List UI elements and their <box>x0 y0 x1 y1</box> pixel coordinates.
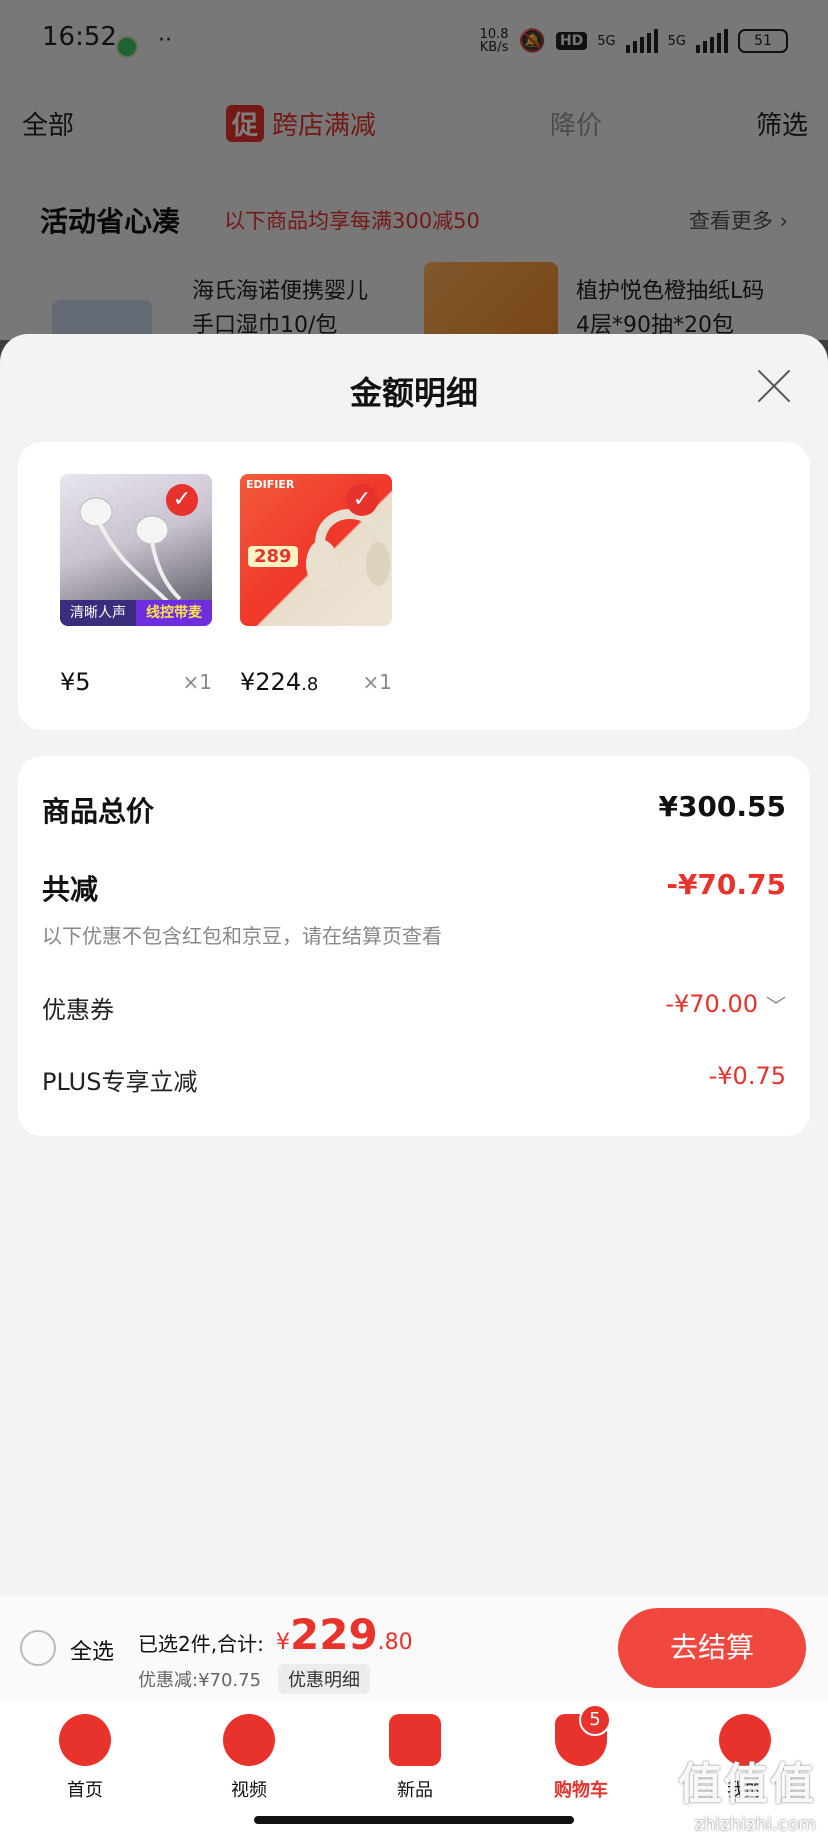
nav-new[interactable]: 新品 <box>370 1714 460 1802</box>
price-integer: 224 <box>255 668 302 696</box>
price-symbol: ¥ <box>60 668 76 696</box>
plus-value: -¥0.75 <box>708 1062 786 1090</box>
cube-icon <box>389 1714 441 1766</box>
product-price: ¥5 <box>60 668 91 696</box>
image-caption: 清晰人声 <box>60 600 136 626</box>
checkout-total: ¥229.80 <box>276 1610 413 1659</box>
selected-check-icon: ✓ <box>166 484 198 516</box>
coupon-label: 优惠券 <box>42 996 114 1024</box>
product-item[interactable]: ✓ 清晰人声 线控带麦 ¥5 ×1 <box>60 474 212 696</box>
selected-check-icon: ✓ <box>346 484 378 516</box>
home-indicator[interactable] <box>254 1816 574 1824</box>
video-icon <box>223 1714 275 1766</box>
product-image[interactable]: EDIFIER 289 ✓ <box>240 474 392 626</box>
product-item[interactable]: EDIFIER 289 ✓ ¥224.8 ×1 <box>240 474 392 696</box>
price-integer: 5 <box>75 668 91 696</box>
close-icon[interactable] <box>754 366 794 406</box>
price-symbol: ¥ <box>240 668 256 696</box>
nav-label: 新品 <box>397 1780 433 1801</box>
watermark-url: zhizhizhi.com <box>694 1814 816 1835</box>
nav-label: 购物车 <box>554 1780 608 1801</box>
product-price: ¥224.8 <box>240 668 318 696</box>
select-all-radio[interactable] <box>20 1630 56 1666</box>
discount-value: -¥70.75 <box>666 868 786 901</box>
price-tag: 289 <box>248 546 298 567</box>
products-card: ✓ 清晰人声 线控带麦 ¥5 ×1 EDIFIER 289 ✓ ¥224.8 ×… <box>18 442 810 730</box>
coupon-value: -¥70.00 <box>665 990 758 1018</box>
plus-label: PLUS专享立减 <box>42 1068 198 1096</box>
nav-video[interactable]: 视频 <box>204 1714 294 1802</box>
sheet-title: 金额明细 <box>349 374 478 412</box>
nav-cart[interactable]: 5 购物车 <box>536 1704 626 1802</box>
total-integer: 229 <box>290 1610 378 1659</box>
watermark: 值值值 <box>678 1759 816 1810</box>
discount-label: 共减 <box>42 873 99 906</box>
saved-amount: 优惠减:¥70.75 <box>138 1670 262 1691</box>
select-all-label[interactable]: 全选 <box>70 1634 114 1666</box>
nav-home[interactable]: 首页 <box>40 1714 130 1802</box>
discount-note: 以下优惠不包含红包和京豆，请在结算页查看 <box>42 924 442 948</box>
chevron-down-icon[interactable]: ﹀ <box>766 990 786 1019</box>
discount-detail-button[interactable]: 优惠明细 <box>278 1664 370 1694</box>
total-symbol: ¥ <box>276 1630 290 1655</box>
cart-icon: 5 <box>555 1704 611 1766</box>
price-decimal: .8 <box>301 674 319 695</box>
home-icon <box>59 1714 111 1766</box>
image-caption: 线控带麦 <box>136 600 212 626</box>
total-label: 商品总价 <box>42 795 155 828</box>
price-summary-card: 商品总价 ¥300.55 共减 -¥70.75 以下优惠不包含红包和京豆，请在结… <box>18 756 810 1136</box>
nav-label: 视频 <box>231 1780 267 1801</box>
product-quantity: ×1 <box>182 670 212 694</box>
total-value: ¥300.55 <box>658 790 786 823</box>
checkout-button[interactable]: 去结算 <box>618 1608 806 1688</box>
product-image[interactable]: ✓ 清晰人声 线控带麦 <box>60 474 212 626</box>
nav-label: 首页 <box>67 1780 103 1801</box>
selected-summary: 已选2件,合计: <box>138 1632 264 1656</box>
product-quantity: ×1 <box>362 670 392 694</box>
cart-badge: 5 <box>579 1704 611 1736</box>
total-decimal: .80 <box>377 1630 413 1655</box>
checkout-bar: 全选 已选2件,合计: ¥229.80 优惠减:¥70.75 优惠明细 去结算 <box>0 1596 828 1700</box>
